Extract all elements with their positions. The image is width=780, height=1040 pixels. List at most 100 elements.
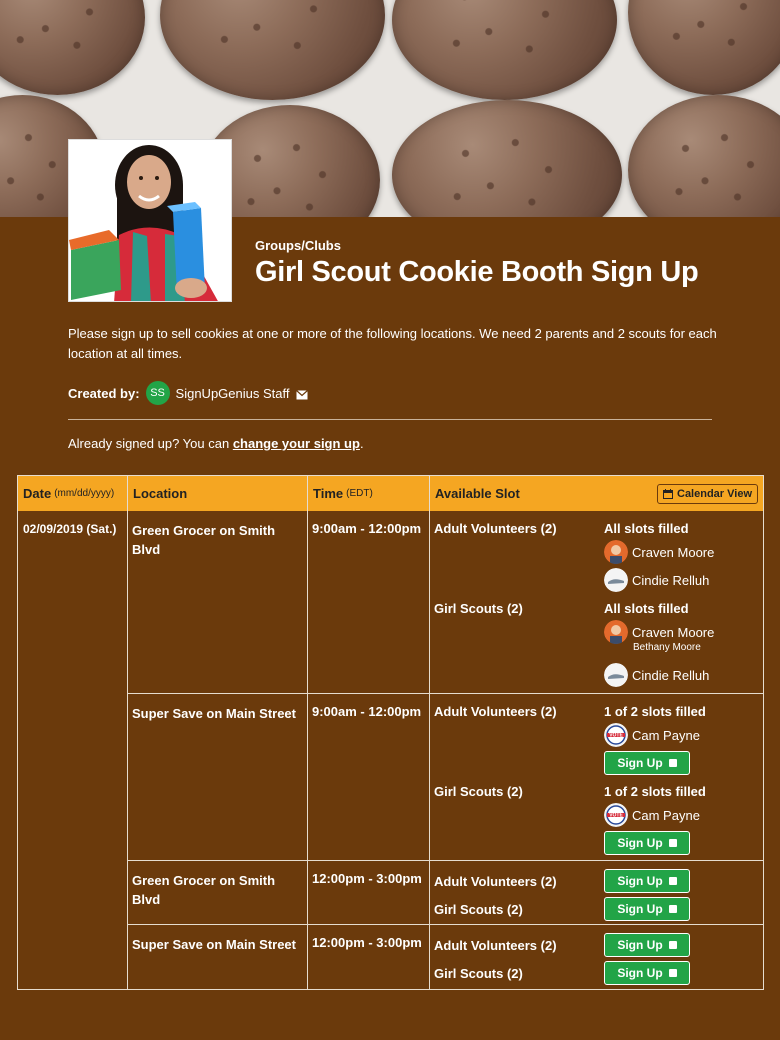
- slot: Girl Scouts (2) Sign Up: [434, 895, 759, 923]
- checkbox-icon: [668, 969, 677, 977]
- slot-status: Sign Up: [604, 869, 759, 893]
- girl-scout-photo: [68, 139, 232, 302]
- slot-name: Adult Volunteers (2): [434, 704, 557, 719]
- slot: Adult Volunteers (2) Sign Up: [434, 867, 759, 895]
- checkbox-icon: [668, 905, 677, 913]
- time-cell: 9:00am - 12:00pm: [308, 694, 430, 860]
- checkbox-icon: [668, 759, 677, 767]
- header-date-hint: (mm/dd/yyyy): [54, 488, 115, 499]
- already-text: Already signed up? You can: [68, 436, 233, 451]
- cookie-image: [160, 0, 385, 100]
- table-row: Super Save on Main Street 12:00pm - 3:00…: [128, 925, 763, 989]
- header-time: Time (EDT): [308, 476, 430, 511]
- signup-label: Sign Up: [617, 902, 663, 916]
- volunteer-subname: Bethany Moore: [633, 642, 701, 653]
- slot-filled-status: All slots filled: [604, 601, 689, 616]
- signup-label: Sign Up: [617, 874, 663, 888]
- checkbox-icon: [668, 877, 677, 885]
- table-row: Green Grocer on Smith Blvd 9:00am - 12:0…: [128, 511, 763, 694]
- header-location: Location: [128, 476, 308, 511]
- header-date-label: Date: [23, 486, 52, 501]
- signup-table: Date (mm/dd/yyyy) Location Time (EDT) Av…: [17, 475, 764, 990]
- slot: Adult Volunteers (2) All slots filled Cr…: [434, 521, 759, 601]
- signup-label: Sign Up: [617, 938, 663, 952]
- slot-status: 1 of 2 slots filled VOTE Cam Payne Sign …: [604, 784, 759, 859]
- volunteer-name: Cindie Relluh: [632, 667, 710, 683]
- signup-label: Sign Up: [617, 966, 663, 980]
- slot: Adult Volunteers (2) 1 of 2 slots filled…: [434, 704, 759, 784]
- slot-status: All slots filled Craven Moore Bethany Mo…: [604, 601, 759, 691]
- slot-filled-status: 1 of 2 slots filled: [604, 784, 706, 799]
- slot: Girl Scouts (2) 1 of 2 slots filled VOTE…: [434, 784, 759, 859]
- created-by: Created by: SS SignUpGenius Staff: [68, 381, 309, 405]
- volunteer-name: Cam Payne: [632, 807, 700, 823]
- vote-avatar-icon: VOTE: [604, 803, 628, 827]
- date-cell: 02/09/2019 (Sat.): [18, 511, 128, 989]
- cookie-image: [628, 0, 780, 95]
- table-row: Super Save on Main Street 9:00am - 12:00…: [128, 694, 763, 861]
- divider: [68, 419, 712, 420]
- description: Please sign up to sell cookies at one or…: [68, 326, 717, 361]
- volunteer: VOTE Cam Payne: [604, 723, 759, 747]
- volunteer: Cindie Relluh: [604, 663, 759, 687]
- volunteer: VOTE Cam Payne: [604, 803, 759, 827]
- already-suffix: .: [359, 436, 364, 451]
- creator-name[interactable]: SignUpGenius Staff: [176, 386, 290, 401]
- signup-button[interactable]: Sign Up: [604, 831, 690, 855]
- slots-cell: Adult Volunteers (2) Sign Up Girl Scouts…: [430, 861, 763, 924]
- slot-filled-status: 1 of 2 slots filled: [604, 704, 706, 719]
- location-cell: Green Grocer on Smith Blvd: [128, 511, 308, 693]
- cookie-image: [392, 0, 617, 100]
- slot: Adult Volunteers (2) Sign Up: [434, 931, 759, 959]
- location-cell: Super Save on Main Street: [128, 694, 308, 860]
- slots-cell: Adult Volunteers (2) All slots filled Cr…: [430, 511, 763, 693]
- slot: Girl Scouts (2) All slots filled Craven …: [434, 601, 759, 691]
- header-date: Date (mm/dd/yyyy): [18, 476, 128, 511]
- signup-button[interactable]: Sign Up: [604, 897, 690, 921]
- signup-button[interactable]: Sign Up: [604, 751, 690, 775]
- creator-avatar: SS: [145, 381, 170, 405]
- change-signup-link[interactable]: change your sign up: [233, 436, 360, 451]
- slot-groups: Green Grocer on Smith Blvd 9:00am - 12:0…: [128, 511, 763, 989]
- volunteer-name: Cam Payne: [632, 727, 700, 743]
- slot: Girl Scouts (2) Sign Up: [434, 959, 759, 987]
- slot-status: Sign Up: [604, 961, 759, 985]
- slot-status: All slots filled Craven Moore Cindie Rel…: [604, 521, 759, 601]
- page-title: Girl Scout Cookie Booth Sign Up: [255, 256, 699, 288]
- calendar-view-button[interactable]: Calendar View: [657, 483, 758, 504]
- volunteer: Cindie Relluh: [604, 568, 759, 592]
- calendar-icon: [663, 488, 673, 499]
- created-by-label: Created by:: [68, 385, 140, 401]
- mail-icon[interactable]: [296, 388, 309, 400]
- man-avatar-icon: [604, 620, 628, 644]
- cookie-image: [0, 0, 145, 95]
- volunteer-name: Cindie Relluh: [632, 572, 710, 588]
- slot-status: Sign Up: [604, 897, 759, 921]
- slot-name: Adult Volunteers (2): [434, 521, 557, 536]
- volunteer: Craven Moore: [604, 620, 759, 644]
- time-cell: 12:00pm - 3:00pm: [308, 925, 430, 989]
- slot-name: Adult Volunteers (2): [434, 937, 557, 953]
- table-body: 02/09/2019 (Sat.) Green Grocer on Smith …: [18, 511, 763, 989]
- volunteer-name: Craven Moore: [632, 544, 715, 560]
- slot-name: Girl Scouts (2): [434, 965, 523, 981]
- header-location-label: Location: [133, 486, 188, 501]
- vote-avatar-icon: VOTE: [604, 723, 628, 747]
- svg-text:VOTE: VOTE: [609, 813, 623, 819]
- signup-button[interactable]: Sign Up: [604, 933, 690, 957]
- signup-button[interactable]: Sign Up: [604, 961, 690, 985]
- signup-button[interactable]: Sign Up: [604, 869, 690, 893]
- checkbox-icon: [668, 941, 677, 949]
- slots-cell: Adult Volunteers (2) 1 of 2 slots filled…: [430, 694, 763, 860]
- slot-status: 1 of 2 slots filled VOTE Cam Payne Sign …: [604, 704, 759, 784]
- volunteer-name: Craven Moore: [632, 624, 715, 640]
- shoe-avatar-icon: [604, 663, 628, 687]
- table-header: Date (mm/dd/yyyy) Location Time (EDT) Av…: [18, 476, 763, 511]
- slot-status: Sign Up: [604, 933, 759, 957]
- calendar-view-label: Calendar View: [677, 487, 752, 500]
- slot-name: Adult Volunteers (2): [434, 873, 557, 889]
- time-cell: 12:00pm - 3:00pm: [308, 861, 430, 924]
- time-cell: 9:00am - 12:00pm: [308, 511, 430, 693]
- slots-cell: Adult Volunteers (2) Sign Up Girl Scouts…: [430, 925, 763, 989]
- header-slot: Available Slot Calendar View: [430, 476, 763, 511]
